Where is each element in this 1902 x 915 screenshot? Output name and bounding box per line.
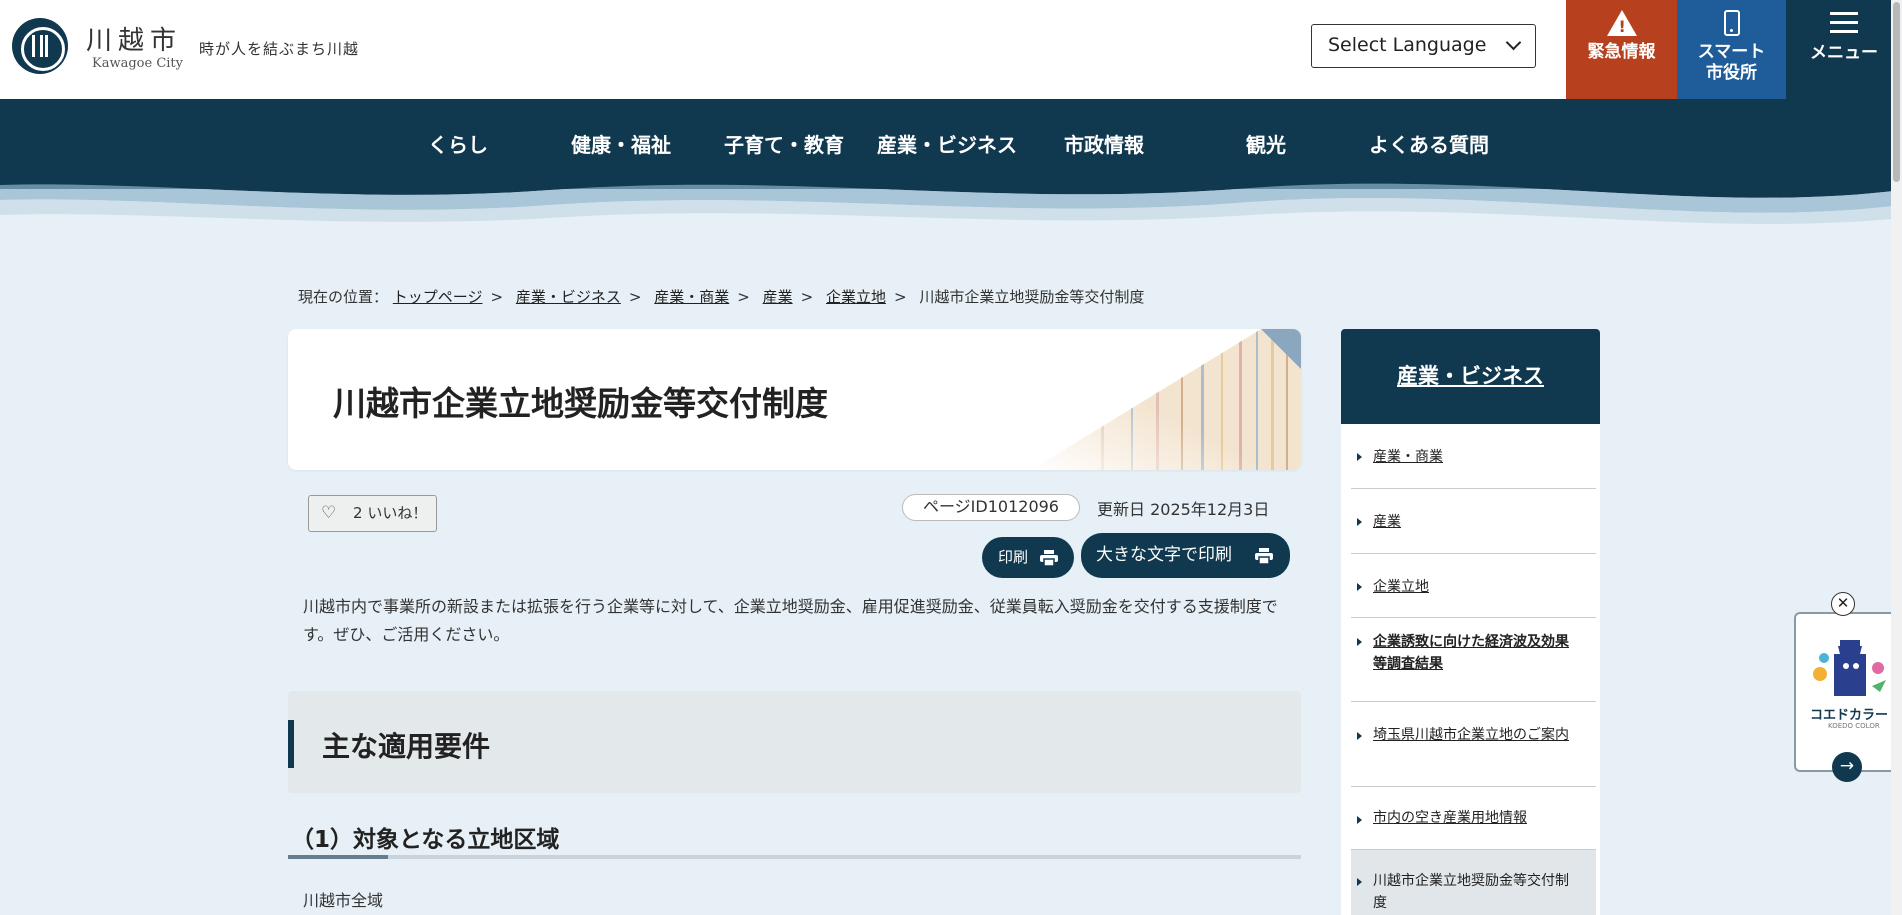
page-title-card: 川越市企業立地奨励金等交付制度 [288,329,1301,470]
widget-close-button[interactable]: ✕ [1831,592,1855,616]
breadcrumb-link-top[interactable]: トップページ [393,288,483,306]
nav-item-business[interactable]: 産業・ビジネス [877,129,1017,158]
language-select[interactable]: Select Language [1311,24,1536,68]
like-button[interactable]: ♡ 2 いいね！ [308,495,437,532]
menu-button[interactable]: メニュー [1786,0,1902,99]
page-id-badge: ページID1012096 [902,494,1080,521]
section-heading: 主な適用要件 [322,730,491,763]
heading-accent-bar [288,720,294,768]
sidebar: 産業・ビジネス 産業・商業 産業 企業立地 企業誘致に向けた経済波及効果等調査結… [1341,329,1600,915]
breadcrumb-link-location[interactable]: 企業立地 [826,288,886,306]
print-large-label: 大きな文字で印刷 [1096,545,1232,565]
sidebar-item-label: 企業立地 [1373,579,1429,595]
sidebar-item-label: 埼玉県川越市企業立地のご案内 [1373,727,1569,743]
arrow-right-icon[interactable]: → [1832,752,1862,782]
nav-item-tourism[interactable]: 観光 [1246,129,1286,158]
heart-icon: ♡ [321,503,337,523]
sidebar-item-location[interactable]: 企業立地 [1351,554,1596,618]
menu-label: メニュー [1810,43,1878,63]
like-label: いいね！ [367,504,428,522]
page-title: 川越市企業立地奨励金等交付制度 [333,384,828,423]
emergency-info-button[interactable]: 緊急情報 [1566,0,1677,99]
subsection-underline [288,855,1301,859]
triangle-right-icon [1357,638,1362,646]
nav-item-city-info[interactable]: 市政情報 [1064,129,1144,158]
triangle-right-icon [1357,816,1362,824]
smartphone-icon [1723,10,1740,36]
sidebar-item-label: 川越市企業立地奨励金等交付制度 [1373,873,1569,911]
city-tagline: 時が人を結ぶまち川越 [199,40,360,58]
scrollbar-thumb[interactable] [1893,2,1900,182]
triangle-right-icon [1357,583,1362,591]
sidebar-item-label: 企業誘致に向けた経済波及効果等調査結果 [1373,634,1569,672]
sidebar-item-label: 市内の空き産業用地情報 [1373,810,1527,826]
city-name-en: Kawagoe City [92,56,183,71]
body-text: 川越市全域 [303,891,384,910]
triangle-right-icon [1357,518,1362,526]
nav-item-health[interactable]: 健康・福祉 [571,129,671,158]
triangle-right-icon [1357,878,1362,886]
koedo-mascot-icon [1813,640,1886,696]
city-name[interactable]: 川越市 [86,20,182,57]
emergency-label: 緊急情報 [1587,42,1656,62]
hamburger-icon [1830,12,1858,33]
nav-item-kurashi[interactable]: くらし [428,129,488,158]
breadcrumb-link-commerce[interactable]: 産業・商業 [654,288,729,306]
triangle-right-icon [1357,732,1362,740]
sidebar-item-economic-survey[interactable]: 企業誘致に向けた経済波及効果等調査結果 [1351,618,1596,702]
language-select-label: Select Language [1328,34,1487,56]
sidebar-item-commerce[interactable]: 産業・商業 [1351,424,1596,489]
sidebar-item-industry[interactable]: 産業 [1351,489,1596,554]
title-decoration [1031,329,1301,470]
chevron-down-icon [1505,34,1522,51]
triangle-right-icon [1357,453,1362,461]
breadcrumb-current: 川越市企業立地奨励金等交付制度 [919,288,1145,306]
sidebar-item-location-guide[interactable]: 埼玉県川越市企業立地のご案内 [1351,702,1596,787]
sidebar-item-vacant-land[interactable]: 市内の空き産業用地情報 [1351,787,1596,850]
city-logo-icon[interactable] [12,18,68,74]
nav-item-childcare[interactable]: 子育て・教育 [724,129,844,158]
sidebar-heading[interactable]: 産業・ビジネス [1341,329,1600,424]
breadcrumb-prefix: 現在の位置： [298,288,389,306]
print-button[interactable]: 印刷 [982,537,1074,578]
breadcrumb-link-business[interactable]: 産業・ビジネス [516,288,621,306]
lead-paragraph: 川越市内で事業所の新設または拡張を行う企業等に対して、企業立地奨励金、雇用促進奨… [303,597,1278,644]
smart-city-hall-button[interactable]: スマート 市役所 [1677,0,1786,99]
decorative-wave [0,160,1902,224]
subsection-heading: （1）対象となる立地区域 [291,827,560,853]
smart-label-2: 市役所 [1706,63,1757,83]
sidebar-item-label: 産業 [1373,514,1401,530]
nav-item-faq[interactable]: よくある質問 [1369,129,1489,158]
widget-label: コエドカラー [1810,708,1889,723]
print-label: 印刷 [998,548,1029,566]
breadcrumb-link-industry[interactable]: 産業 [763,288,793,306]
like-count: 2 [353,504,363,522]
printer-icon [1040,550,1058,566]
updated-date: 更新日 2025年12月3日 [1097,500,1270,519]
koedo-color-widget[interactable]: コエドカラー KOEDO COLOR [1794,612,1902,772]
print-large-text-button[interactable]: 大きな文字で印刷 [1081,533,1290,578]
site-header: 川越市 Kawagoe City 時が人を結ぶまち川越 Select Langu… [0,0,1902,99]
smart-label-1: スマート [1697,42,1766,62]
warning-icon [1606,10,1637,37]
sidebar-item-current[interactable]: 川越市企業立地奨励金等交付制度 [1351,850,1596,915]
widget-sublabel: KOEDO COLOR [1828,722,1880,730]
section-heading-box: 主な適用要件 [288,691,1301,793]
sidebar-item-label: 産業・商業 [1373,449,1443,465]
printer-icon [1255,548,1273,564]
breadcrumb: 現在の位置： トップページ > 産業・ビジネス > 産業・商業 > 産業 > 企業立地 >… [298,288,1145,306]
